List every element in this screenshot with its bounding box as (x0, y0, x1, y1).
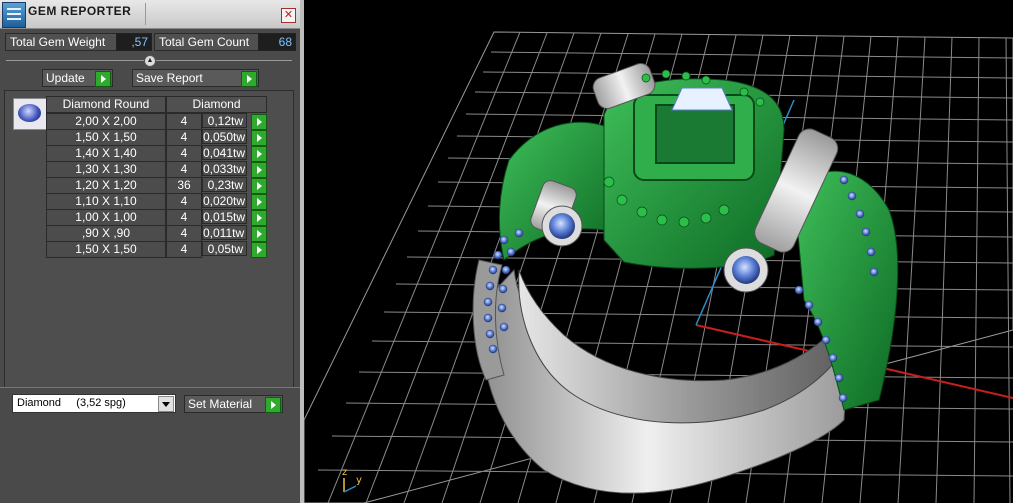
bottom-separator (0, 387, 300, 388)
row-size: 1,00 X 1,00 (46, 209, 166, 226)
column-header-material: Diamond (166, 96, 267, 113)
row-count: 4 (166, 129, 202, 146)
column-header-shape: Diamond Round (46, 96, 166, 113)
row-count: 4 (166, 113, 202, 130)
window-title: GEM REPORTER (28, 4, 132, 18)
row-count: 36 (166, 177, 202, 194)
row-count: 4 (166, 161, 202, 178)
row-weight: 0,041tw (202, 145, 247, 160)
ring-model[interactable] (472, 61, 899, 494)
set-material-button[interactable]: Set Material (184, 395, 283, 413)
row-size: 2,00 X 2,00 (46, 113, 166, 130)
total-gem-count-value: 68 (258, 33, 296, 51)
total-gem-weight-value: ,57 (116, 33, 152, 51)
row-weight: 0,020tw (202, 193, 247, 208)
round-stone-icon (18, 104, 41, 122)
row-weight: 0,011tw (202, 225, 247, 240)
row-select-arrow-icon[interactable] (251, 210, 267, 226)
set-material-button-label: Set Material (188, 397, 253, 411)
play-arrow-icon (95, 71, 111, 87)
row-weight: 0,05tw (202, 241, 247, 256)
row-size: 1,20 X 1,20 (46, 177, 166, 194)
row-weight: 0,23tw (202, 177, 247, 192)
play-arrow-icon (241, 71, 257, 87)
axis-y-label: y (356, 475, 362, 486)
close-icon[interactable]: ✕ (281, 8, 296, 23)
row-count: 4 (166, 209, 202, 226)
row-size: 1,10 X 1,10 (46, 193, 166, 210)
row-size: 1,50 X 1,50 (46, 129, 166, 146)
3d-viewport[interactable]: z y (304, 0, 1013, 503)
row-weight: 0,015tw (202, 209, 247, 224)
collapse-toggle-icon[interactable]: ▲ (144, 55, 156, 67)
row-select-arrow-icon[interactable] (251, 162, 267, 178)
title-bar[interactable]: GEM REPORTER ✕ (0, 0, 300, 29)
total-gem-count-label: Total Gem Count (154, 33, 260, 51)
row-weight: 0,033tw (202, 161, 247, 176)
emerald-table (671, 87, 733, 111)
gem-reporter-panel: GEM REPORTER ✕ Total Gem Weight ,57 Tota… (0, 0, 304, 503)
totals-bar: Total Gem Weight ,57 Total Gem Count 68 (0, 33, 300, 51)
row-size: 1,50 X 1,50 (46, 241, 166, 258)
viewport-canvas[interactable]: z y (304, 0, 1013, 503)
row-select-arrow-icon[interactable] (251, 226, 267, 242)
total-gem-weight-label: Total Gem Weight (5, 33, 119, 51)
row-select-arrow-icon[interactable] (251, 242, 267, 258)
row-select-arrow-icon[interactable] (251, 194, 267, 210)
row-size: 1,30 X 1,30 (46, 161, 166, 178)
row-count: 4 (166, 145, 202, 162)
gem-list: Diamond Round Diamond 2,00 X 2,00 4 0,12… (4, 90, 294, 388)
row-select-arrow-icon[interactable] (251, 130, 267, 146)
row-count: 4 (166, 225, 202, 242)
row-select-arrow-icon[interactable] (251, 114, 267, 130)
material-select[interactable]: Diamond (3,52 spg) (12, 394, 176, 413)
row-count: 4 (166, 193, 202, 210)
axis-z-label: z (342, 467, 347, 478)
row-size: 1,40 X 1,40 (46, 145, 166, 162)
save-report-button[interactable]: Save Report (132, 69, 259, 87)
row-weight: 0,12tw (202, 113, 247, 128)
update-button[interactable]: Update (42, 69, 113, 87)
play-arrow-icon (265, 397, 281, 413)
update-button-label: Update (46, 71, 85, 85)
material-select-value: Diamond (3,52 spg) (17, 397, 126, 409)
stone-left-gem (549, 213, 575, 239)
row-select-arrow-icon[interactable] (251, 146, 267, 162)
emerald-cut-window (655, 104, 735, 164)
row-weight: 0,050tw (202, 129, 247, 144)
round-diamond-thumbnail[interactable] (13, 98, 47, 130)
title-separator (145, 3, 146, 25)
row-size: ,90 X ,90 (46, 225, 166, 242)
stone-right-gem (732, 256, 760, 284)
row-count: 4 (166, 241, 202, 258)
gem-reporter-app-icon (2, 2, 26, 28)
chevron-down-icon[interactable] (158, 396, 174, 412)
row-select-arrow-icon[interactable] (251, 178, 267, 194)
save-report-button-label: Save Report (136, 71, 203, 85)
